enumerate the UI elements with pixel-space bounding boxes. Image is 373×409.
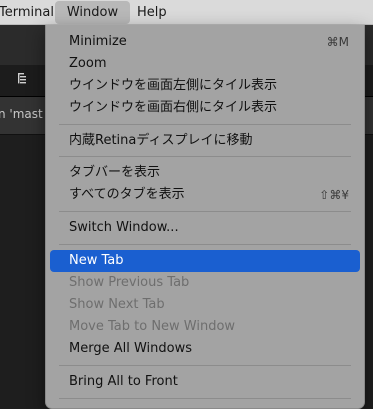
menu-item-label: ウインドウを画面右側にタイル表示 — [69, 100, 278, 115]
menu-separator — [59, 124, 351, 125]
menu-item-zoom[interactable]: Zoom — [50, 53, 360, 75]
menu-bar: Terminal Window Help — [0, 0, 373, 25]
menubar-terminal[interactable]: Terminal — [0, 0, 54, 25]
menu-separator — [59, 211, 351, 212]
menu-separator — [59, 365, 351, 366]
menu-item-label: Bring All to Front — [69, 374, 178, 389]
menubar-window[interactable]: Window — [55, 1, 130, 24]
menu-item-label: タブバーを表示 — [69, 165, 161, 180]
menu-item-label: Zoom — [69, 56, 107, 71]
menu-item-show-all-tabs[interactable]: すべてのタブを表示 ⇧⌘¥ — [50, 184, 360, 206]
menu-item-label: Move Tab to New Window — [69, 319, 236, 334]
menu-item-show-tab-bar[interactable]: タブバーを表示 — [50, 162, 360, 184]
menu-item-move-tab-to-new-window[interactable]: Move Tab to New Window — [50, 316, 360, 338]
menu-item-label: すべてのタブを表示 — [69, 187, 185, 202]
menu-separator — [59, 156, 351, 157]
menu-item-label: New Tab — [69, 253, 124, 268]
menu-item-show-previous-tab[interactable]: Show Previous Tab — [50, 272, 360, 294]
menu-separator — [59, 244, 351, 245]
menu-item-shortcut: ⌘M — [326, 35, 349, 49]
menu-item-label: Show Next Tab — [69, 297, 165, 312]
list-icon[interactable] — [17, 72, 29, 84]
menu-item-label: Minimize — [69, 34, 127, 49]
menu-item-tile-right[interactable]: ウインドウを画面右側にタイル表示 — [50, 97, 360, 119]
menubar-help[interactable]: Help — [137, 0, 167, 25]
menu-item-tile-left[interactable]: ウインドウを画面左側にタイル表示 — [50, 75, 360, 97]
menu-item-switch-window[interactable]: Switch Window... — [50, 217, 360, 239]
menu-item-move-to-display[interactable]: 内蔵Retinaディスプレイに移動 — [50, 130, 360, 152]
menu-item-new-tab[interactable]: New Tab — [50, 250, 360, 272]
menu-item-label: 内蔵Retinaディスプレイに移動 — [69, 133, 253, 148]
menu-item-label: ウインドウを画面左側にタイル表示 — [69, 78, 278, 93]
menu-item-minimize[interactable]: Minimize ⌘M — [50, 31, 360, 53]
menu-item-shortcut: ⇧⌘¥ — [319, 188, 349, 202]
window-menu: Minimize ⌘M Zoom ウインドウを画面左側にタイル表示 ウインドウを… — [45, 25, 365, 409]
menu-item-label: Show Previous Tab — [69, 275, 190, 290]
menu-item-label: Merge All Windows — [69, 341, 192, 356]
menu-item-show-next-tab[interactable]: Show Next Tab — [50, 294, 360, 316]
menu-item-merge-all-windows[interactable]: Merge All Windows — [50, 338, 360, 360]
terminal-tab-text[interactable]: n 'mast — [0, 107, 43, 121]
menu-item-bring-all-to-front[interactable]: Bring All to Front — [50, 371, 360, 393]
menu-separator — [59, 398, 351, 399]
menu-item-label: Switch Window... — [69, 220, 179, 235]
